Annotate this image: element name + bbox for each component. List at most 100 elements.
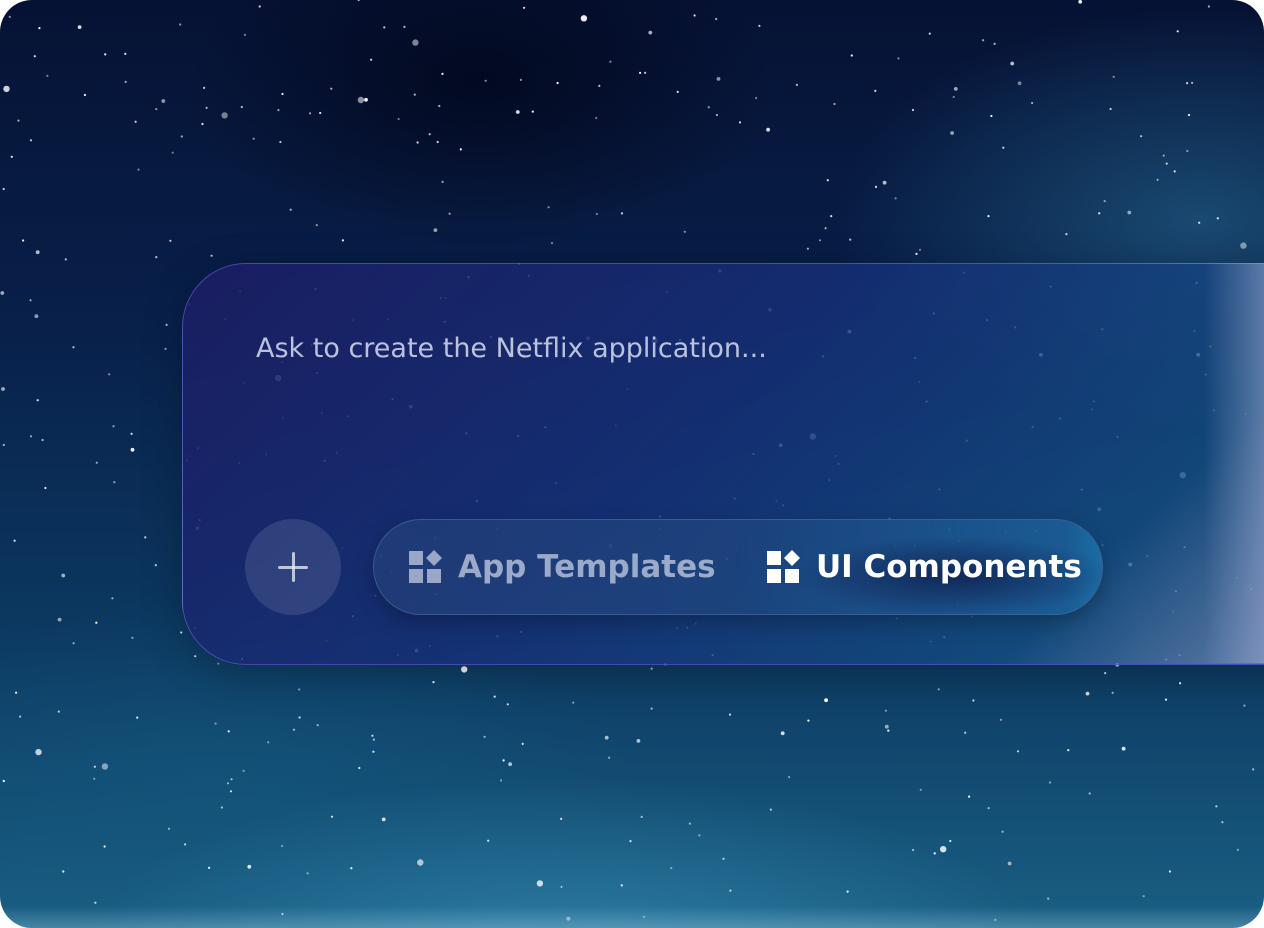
star: [502, 759, 505, 762]
star: [950, 131, 954, 135]
star: [609, 60, 612, 63]
star: [267, 741, 270, 744]
star: [383, 26, 386, 29]
star: [1207, 5, 1210, 8]
star: [124, 52, 127, 56]
star: [1085, 691, 1090, 696]
star: [10, 155, 13, 158]
prompt-input[interactable]: [256, 330, 1156, 510]
star: [604, 735, 609, 740]
star: [428, 133, 431, 136]
star: [83, 93, 86, 97]
star: [919, 788, 922, 791]
star: [258, 5, 261, 8]
star: [766, 127, 770, 132]
star: [134, 120, 137, 123]
star: [1065, 233, 1068, 236]
star: [1243, 704, 1246, 707]
star: [1198, 221, 1201, 224]
star: [1121, 746, 1126, 751]
star: [580, 15, 588, 22]
star: [46, 74, 49, 77]
star: [1236, 848, 1239, 851]
star: [72, 642, 75, 645]
star: [849, 238, 852, 241]
star: [884, 709, 888, 712]
star: [1142, 895, 1145, 898]
star: [57, 710, 60, 713]
star: [595, 116, 598, 120]
star: [1191, 81, 1194, 84]
star: [242, 769, 245, 773]
tab-ui-components[interactable]: UI Components: [734, 520, 1102, 614]
star: [412, 39, 419, 46]
tab-app-templates-label: App Templates: [458, 549, 716, 585]
star: [824, 698, 828, 703]
star: [1098, 212, 1101, 215]
star: [1162, 154, 1165, 157]
star: [210, 254, 213, 257]
star: [1179, 682, 1182, 685]
star: [416, 141, 419, 144]
star: [508, 762, 512, 767]
tab-app-templates[interactable]: App Templates: [408, 520, 716, 614]
star: [874, 89, 877, 92]
star: [990, 114, 993, 118]
star: [807, 719, 810, 722]
star: [38, 27, 41, 30]
star: [413, 93, 416, 96]
star: [15, 691, 18, 694]
star: [208, 866, 211, 869]
star: [13, 539, 16, 542]
star: [769, 808, 773, 811]
star: [298, 688, 301, 691]
star: [1067, 749, 1070, 752]
star: [144, 536, 147, 539]
star: [104, 53, 107, 56]
star: [44, 486, 47, 490]
star: [8, 15, 11, 18]
star: [560, 817, 563, 821]
star: [179, 23, 182, 26]
star: [698, 834, 701, 837]
star: [167, 827, 171, 830]
star: [894, 197, 897, 200]
star: [372, 738, 375, 741]
star: [640, 815, 643, 819]
star: [358, 766, 361, 770]
star: [161, 99, 166, 103]
star: [279, 140, 282, 144]
star: [29, 435, 33, 438]
star: [795, 83, 799, 86]
star: [230, 778, 233, 781]
star: [715, 17, 718, 21]
star: [806, 247, 810, 250]
star: [130, 447, 135, 452]
star: [131, 636, 134, 639]
star: [357, 0, 360, 2]
add-button[interactable]: [245, 519, 341, 615]
star: [2, 187, 5, 191]
star: [29, 139, 33, 142]
star: [824, 227, 827, 230]
star: [1010, 61, 1015, 66]
star: [41, 438, 44, 442]
star: [1261, 12, 1264, 15]
star: [715, 113, 719, 117]
widgets-icon: [409, 550, 442, 583]
star: [2, 779, 5, 783]
star: [1216, 217, 1219, 220]
star: [203, 86, 206, 89]
star: [728, 713, 732, 716]
star: [636, 739, 641, 743]
star: [964, 731, 967, 734]
star: [1240, 242, 1247, 249]
star: [550, 242, 554, 245]
star: [1, 387, 5, 391]
star: [371, 734, 374, 737]
star: [433, 228, 438, 233]
star: [911, 108, 915, 112]
star: [130, 432, 133, 435]
star: [0, 291, 5, 295]
star: [432, 681, 435, 684]
